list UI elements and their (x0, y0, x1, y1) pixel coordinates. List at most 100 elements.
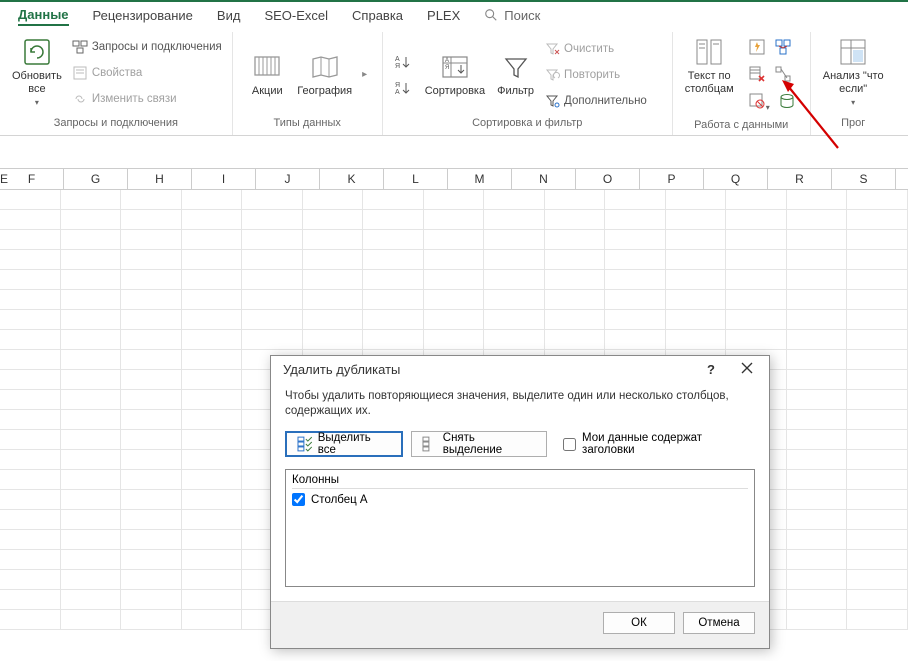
tab-view[interactable]: Вид (217, 6, 241, 25)
grid-cell[interactable] (605, 190, 666, 209)
grid-cell[interactable] (182, 370, 243, 389)
grid-cell[interactable] (0, 490, 61, 509)
flash-fill-button[interactable] (748, 38, 766, 61)
grid-cell[interactable] (0, 370, 61, 389)
grid-cell[interactable] (0, 290, 61, 309)
grid-cell[interactable] (182, 590, 243, 609)
grid-cell[interactable] (847, 270, 908, 289)
grid-cell[interactable] (0, 530, 61, 549)
grid-cell[interactable] (242, 230, 303, 249)
grid-cell[interactable] (121, 370, 182, 389)
grid-cell[interactable] (847, 290, 908, 309)
grid-cell[interactable] (666, 270, 727, 289)
grid-cell[interactable] (666, 290, 727, 309)
grid-cell[interactable] (0, 310, 61, 329)
column-checkbox[interactable] (292, 493, 305, 506)
grid-cell[interactable] (242, 190, 303, 209)
grid-cell[interactable] (726, 250, 787, 269)
geography-button[interactable]: География (291, 49, 358, 100)
grid-cell[interactable] (182, 250, 243, 269)
grid-cell[interactable] (121, 390, 182, 409)
grid-cell[interactable] (242, 270, 303, 289)
grid-cell[interactable] (0, 450, 61, 469)
grid-cell[interactable] (363, 210, 424, 229)
grid-cell[interactable] (303, 290, 364, 309)
column-header[interactable]: R (768, 169, 832, 189)
grid-cell[interactable] (121, 590, 182, 609)
column-header[interactable]: N (512, 169, 576, 189)
grid-cell[interactable] (847, 390, 908, 409)
grid-cell[interactable] (303, 250, 364, 269)
grid-cell[interactable] (787, 210, 848, 229)
grid-cell[interactable] (847, 490, 908, 509)
grid-cell[interactable] (424, 210, 485, 229)
grid-cell[interactable] (121, 430, 182, 449)
column-header[interactable]: S (832, 169, 896, 189)
column-header[interactable]: J (256, 169, 320, 189)
grid-cell[interactable] (605, 270, 666, 289)
column-header[interactable]: I (192, 169, 256, 189)
grid-cell[interactable] (545, 210, 606, 229)
grid-cell[interactable] (303, 230, 364, 249)
grid-cell[interactable] (787, 230, 848, 249)
grid-cell[interactable] (605, 250, 666, 269)
grid-cell[interactable] (424, 290, 485, 309)
grid-cell[interactable] (363, 190, 424, 209)
dialog-close-button[interactable] (733, 362, 761, 377)
column-header[interactable]: H (128, 169, 192, 189)
grid-cell[interactable] (363, 330, 424, 349)
grid-cell[interactable] (484, 270, 545, 289)
grid-cell[interactable] (242, 310, 303, 329)
grid-cell[interactable] (0, 270, 61, 289)
grid-cell[interactable] (0, 330, 61, 349)
grid-cell[interactable] (726, 270, 787, 289)
tab-data[interactable]: Данные (18, 5, 69, 26)
grid-cell[interactable] (61, 310, 122, 329)
grid-cell[interactable] (726, 330, 787, 349)
stocks-button[interactable]: Акции (243, 49, 291, 100)
grid-cell[interactable] (0, 570, 61, 589)
cancel-button[interactable]: Отмена (683, 612, 755, 634)
grid-cell[interactable] (61, 230, 122, 249)
grid-cell[interactable] (61, 450, 122, 469)
grid-cell[interactable] (484, 230, 545, 249)
column-header[interactable]: O (576, 169, 640, 189)
grid-cell[interactable] (0, 210, 61, 229)
search-box[interactable]: Поиск (484, 8, 540, 23)
grid-cell[interactable] (121, 290, 182, 309)
grid-cell[interactable] (787, 430, 848, 449)
grid-cell[interactable] (787, 590, 848, 609)
filter-button[interactable]: Фильтр (491, 49, 540, 100)
chevron-right-icon[interactable]: ▸ (362, 69, 367, 80)
manage-data-model-button[interactable] (778, 92, 796, 115)
grid-cell[interactable] (787, 390, 848, 409)
grid-cell[interactable] (424, 310, 485, 329)
grid-cell[interactable] (242, 330, 303, 349)
select-all-button[interactable]: Выделить все (285, 431, 403, 457)
grid-cell[interactable] (0, 350, 61, 369)
grid-cell[interactable] (363, 230, 424, 249)
column-header[interactable]: F (0, 169, 64, 189)
grid-cell[interactable] (61, 350, 122, 369)
grid-cell[interactable] (726, 210, 787, 229)
grid-cell[interactable] (605, 230, 666, 249)
column-header[interactable]: G (64, 169, 128, 189)
grid-cell[interactable] (605, 290, 666, 309)
grid-cell[interactable] (242, 210, 303, 229)
grid-cell[interactable] (303, 210, 364, 229)
what-if-button[interactable]: Анализ "что если" ▾ (817, 34, 890, 111)
grid-cell[interactable] (847, 510, 908, 529)
grid-cell[interactable] (666, 210, 727, 229)
has-headers-checkbox[interactable]: Мои данные содержат заголовки (563, 432, 755, 456)
grid-cell[interactable] (121, 190, 182, 209)
grid-cell[interactable] (121, 510, 182, 529)
grid-cell[interactable] (121, 610, 182, 629)
grid-cell[interactable] (484, 310, 545, 329)
grid-cell[interactable] (847, 210, 908, 229)
grid-cell[interactable] (847, 570, 908, 589)
grid-cell[interactable] (182, 390, 243, 409)
grid-cell[interactable] (787, 470, 848, 489)
grid-cell[interactable] (182, 510, 243, 529)
grid-cell[interactable] (121, 210, 182, 229)
grid-cell[interactable] (182, 610, 243, 629)
